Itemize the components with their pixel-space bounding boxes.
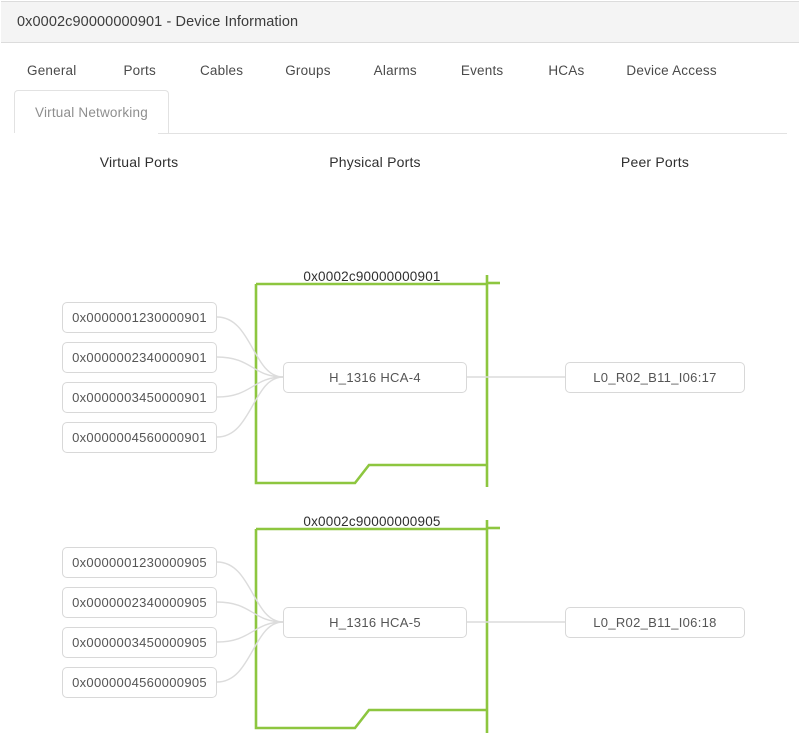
physical-port-node[interactable]: H_1316 HCA-4 [283,362,467,393]
peer-port-node[interactable]: L0_R02_B11_I06:18 [565,607,745,638]
tab-hcas[interactable]: HCAs [548,63,584,78]
tab-virtual-networking[interactable]: Virtual Networking [14,90,169,133]
page-title: 0x0002c90000000901 - Device Information [1,14,298,30]
peer-port-node[interactable]: L0_R02_B11_I06:17 [565,362,745,393]
tab-bar: General Ports Cables Groups Alarms Event… [0,44,800,134]
device-information-window: 0x0002c90000000901 - Device Information … [0,0,800,733]
tab-general[interactable]: General [27,63,76,78]
virtual-port-node[interactable]: 0x0000001230000905 [62,547,217,578]
links-virtual-to-physical-1 [217,317,283,437]
column-header-virtual-ports: Virtual Ports [60,154,218,170]
virtual-port-node[interactable]: 0x0000003450000901 [62,382,217,413]
column-header-physical-ports: Physical Ports [283,154,467,170]
primary-tab-row: General Ports Cables Groups Alarms Event… [0,56,717,84]
tab-groups[interactable]: Groups [285,63,330,78]
links-virtual-to-physical-2 [217,562,283,682]
tab-events[interactable]: Events [461,63,503,78]
virtual-port-node[interactable]: 0x0000001230000901 [62,302,217,333]
group-label-1: 0x0002c90000000901 [256,269,488,284]
tab-device-access[interactable]: Device Access [626,63,716,78]
column-header-peer-ports: Peer Ports [565,154,745,170]
virtual-port-node[interactable]: 0x0000002340000905 [62,587,217,618]
virtual-port-node[interactable]: 0x0000002340000901 [62,342,217,373]
window-title-bar: 0x0002c90000000901 - Device Information [1,1,799,43]
tab-cables[interactable]: Cables [200,63,243,78]
tab-alarms[interactable]: Alarms [374,63,417,78]
virtual-port-node[interactable]: 0x0000004560000901 [62,422,217,453]
tab-bottom-divider [158,133,787,134]
virtual-port-node[interactable]: 0x0000003450000905 [62,627,217,658]
secondary-tab-row: Virtual Networking [14,90,169,133]
virtual-port-node[interactable]: 0x0000004560000905 [62,667,217,698]
physical-port-node[interactable]: H_1316 HCA-5 [283,607,467,638]
group-label-2: 0x0002c90000000905 [256,514,488,529]
tab-ports[interactable]: Ports [123,63,156,78]
